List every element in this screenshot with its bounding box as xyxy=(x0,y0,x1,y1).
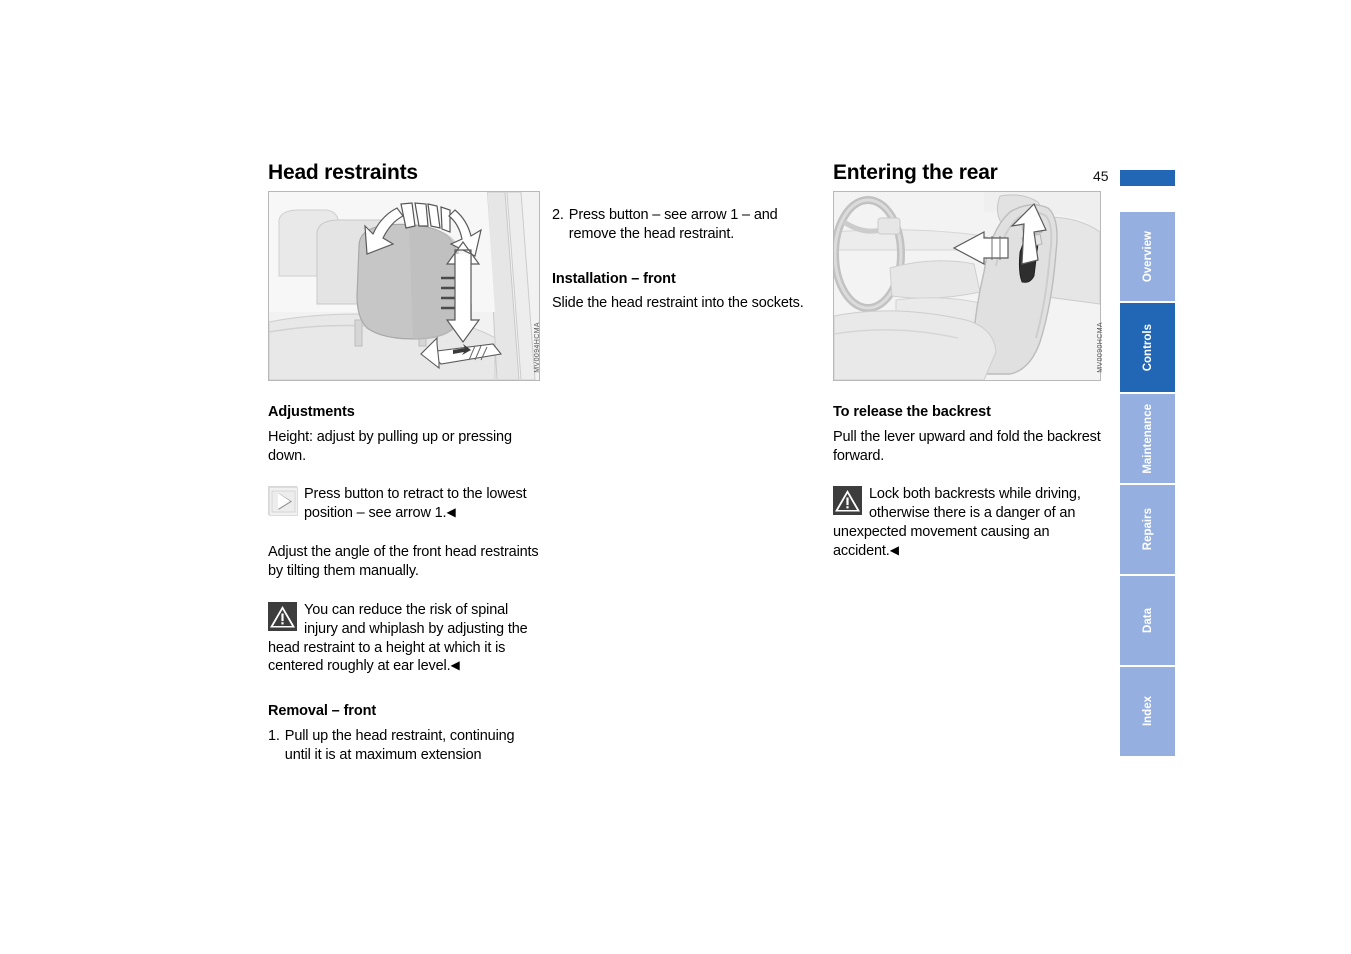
page-title-entering-the-rear: Entering the rear xyxy=(833,161,998,184)
sidebar-tab-label: Data xyxy=(1141,608,1154,633)
sidebar-tab-data[interactable]: Data xyxy=(1120,576,1175,665)
warning-end-marker: ◀ xyxy=(450,658,460,673)
adjustments-text: Height: adjust by pulling up or pressing… xyxy=(268,428,512,464)
sidebar-tab-repairs[interactable]: Repairs xyxy=(1120,485,1175,574)
sidebar-tab-overview[interactable]: Overview xyxy=(1120,212,1175,301)
release-backrest-text: Pull the lever upward and fold the backr… xyxy=(833,428,1101,464)
removal-step-1-text: Pull up the head restraint, continuing u… xyxy=(284,727,515,763)
manual-page: Head restraints Adjustments Height: adju… xyxy=(0,0,1351,954)
page-number: 45 xyxy=(1093,168,1109,184)
sidebar-tab-controls[interactable]: Controls xyxy=(1120,303,1175,392)
note-end-marker: ◀ xyxy=(446,505,456,520)
removal-step-1: 1. Pull up the head restraint, continuin… xyxy=(268,727,540,765)
left-column: Head restraints Adjustments Height: adju… xyxy=(268,160,540,764)
installation-front-heading: Installation – front xyxy=(552,270,676,287)
angle-adjust-text: Adjust the angle of the front head restr… xyxy=(268,544,539,579)
removal-step-2-number: 2. xyxy=(552,207,564,223)
figure-code-right: MV0090HCMA xyxy=(1097,322,1104,373)
warning-triangle-icon xyxy=(833,486,862,516)
press-button-note: Press button to retract to the lowest po… xyxy=(268,485,540,523)
figure-backrest-release xyxy=(833,191,1101,382)
car-interior-illustration xyxy=(834,192,1100,381)
lock-backrests-warning: Lock both backrests while driving, other… xyxy=(833,485,1101,560)
adjustments-heading: Adjustments xyxy=(268,404,355,421)
figure-head-restraint xyxy=(268,191,540,382)
press-button-note-text: Press button to retract to the lowest po… xyxy=(304,486,527,522)
middle-column: 2. Press button – see arrow 1 – and remo… xyxy=(552,160,824,313)
sidebar-tab-label: Index xyxy=(1141,696,1154,727)
press-button-icon xyxy=(268,486,298,517)
warning-end-marker: ◀ xyxy=(889,542,899,557)
lock-backrests-warning-text: Lock both backrests while driving, other… xyxy=(833,486,1081,559)
sidebar-tab-label: Overview xyxy=(1141,230,1154,283)
warning-triangle-icon xyxy=(268,601,297,631)
figure-code-left: MV0094HCMA xyxy=(534,322,541,373)
sidebar-tab-maintenance[interactable]: Maintenance xyxy=(1120,394,1175,483)
installation-front-text: Slide the head restraint into the socket… xyxy=(552,295,804,312)
release-backrest-heading: To release the backrest xyxy=(833,404,991,421)
page-accent-bar xyxy=(1120,170,1175,186)
sidebar-tab-label: Maintenance xyxy=(1141,403,1154,474)
sidebar-tab-index[interactable]: Index xyxy=(1120,667,1175,756)
page-title-head-restraints: Head restraints xyxy=(268,161,418,184)
sidebar-tab-label: Controls xyxy=(1141,323,1154,372)
removal-step-1-number: 1. xyxy=(268,727,280,744)
spinal-injury-warning: You can reduce the risk of spinal injury… xyxy=(268,601,540,676)
removal-step-2-text: Press button – see arrow 1 – and remove … xyxy=(568,207,778,242)
section-tab-rail[interactable]: Overview Controls Maintenance Repairs Data In… xyxy=(1120,212,1175,758)
head-restraint-illustration xyxy=(269,192,539,381)
right-column: Entering the rear To release the backres… xyxy=(833,160,1101,561)
removal-front-heading: Removal – front xyxy=(268,703,377,720)
spinal-injury-warning-text: You can reduce the risk of spinal injury… xyxy=(268,601,528,675)
sidebar-tab-label: Repairs xyxy=(1141,508,1154,551)
removal-step-2: 2. Press button – see arrow 1 – and remo… xyxy=(552,206,824,244)
